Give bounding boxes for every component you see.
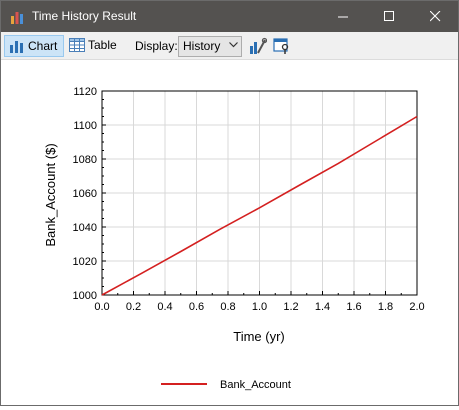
chart-settings-icon[interactable] [249,37,267,55]
y-tick-label: 1020 [73,256,97,268]
table-view-button[interactable]: Table [67,35,121,55]
close-button[interactable] [412,1,458,32]
chart-panel: 0.0 0.2 0.4 0.6 0.8 1.0 1.2 1.4 1.6 1.8 2.0 1000 10… [1,60,458,405]
table-view-label: Table [88,38,117,52]
x-tick-labels: 0.0 0.2 0.4 0.6 0.8 1.0 1.2 1.4 1.6 1.8 2.0 [94,301,424,313]
y-tick-label: 1100 [73,120,97,132]
legend-label-bank-account: Bank_Account [220,379,291,391]
y-tick-label: 1040 [73,222,97,234]
display-select-value: History [183,39,221,53]
x-tick-label: 1.6 [346,301,361,313]
time-history-window: Time History Result Chart Table Display:… [0,0,459,406]
close-icon [429,11,440,22]
y-tick-label: 1060 [73,188,97,200]
x-tick-label: 0.6 [189,301,204,313]
y-tick-label: 1080 [73,154,97,166]
title-bar[interactable]: Time History Result [1,1,458,32]
display-select[interactable]: History [178,36,242,57]
chart-grid [101,90,418,296]
maximize-icon [383,11,394,21]
bar-chart-icon [10,41,23,53]
x-tick-label: 0.8 [220,301,235,313]
x-tick-label: 1.2 [283,301,298,313]
chart-app-icon [11,12,23,24]
x-axis-label: Time (yr) [233,329,285,344]
y-tick-label: 1120 [73,86,97,98]
maximize-button[interactable] [366,1,412,32]
display-label: Display: [135,39,178,53]
x-tick-label: 0.2 [126,301,141,313]
legend: Bank_Account [161,379,291,391]
time-history-chart: 0.0 0.2 0.4 0.6 0.8 1.0 1.2 1.4 1.6 1.8 2.0 100010… [43,86,425,391]
x-tick-label: 0.4 [157,301,172,313]
x-tick-label: 1.8 [378,301,393,313]
minimize-icon [337,16,348,18]
x-tick-label: 0.0 [94,301,109,313]
table-icon [69,38,85,52]
y-tick-label: 1000 [73,290,97,302]
y-axis-label: Bank_Account ($) [43,143,58,246]
x-tick-label: 1.4 [315,301,330,313]
window-properties-icon[interactable] [273,37,291,55]
chart-view-button[interactable]: Chart [4,35,64,57]
chart-view-label: Chart [28,39,58,53]
x-tick-label: 1.0 [252,301,267,313]
minimize-button[interactable] [320,1,366,32]
x-tick-label: 2.0 [409,301,424,313]
chevron-down-icon [229,42,238,48]
window-title: Time History Result [32,9,137,23]
toolbar: Chart Table Display: History [1,32,458,60]
y-tick-labels: 1000 1020 1040 1060 1080 1100 1120 [73,86,97,302]
